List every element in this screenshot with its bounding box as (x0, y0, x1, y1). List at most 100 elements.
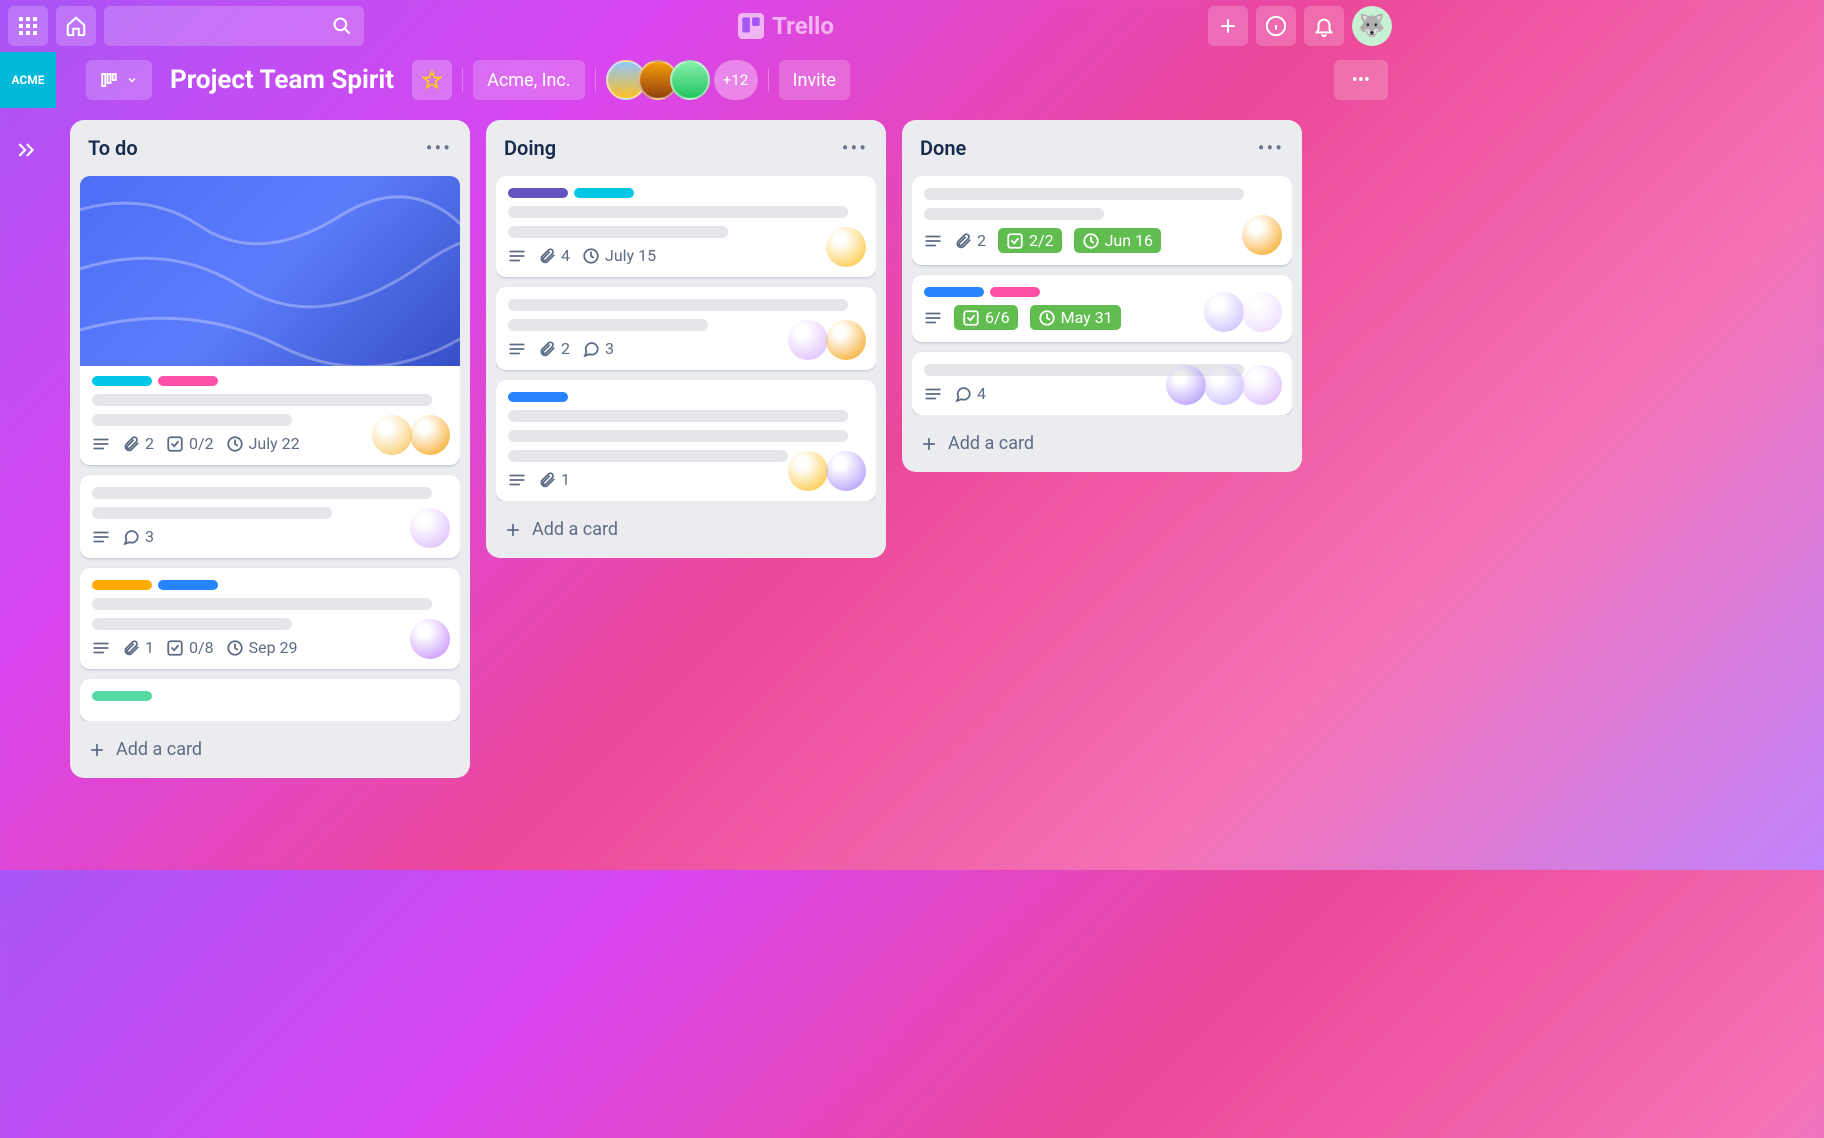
card-text-placeholder (924, 208, 1104, 220)
divider (462, 68, 463, 92)
card[interactable]: 10/8Sep 29 (80, 568, 460, 669)
card-members (1210, 292, 1282, 332)
card-text-placeholder (924, 188, 1244, 200)
expand-sidebar-button[interactable] (16, 140, 36, 160)
description-icon (508, 340, 526, 358)
board-title[interactable]: Project Team Spirit (162, 65, 402, 95)
invite-button[interactable]: Invite (779, 60, 850, 100)
card-label[interactable] (92, 691, 152, 701)
member-avatar[interactable] (826, 320, 866, 360)
card-badges: 22/2Jun 16 (924, 228, 1280, 253)
member-avatar[interactable] (788, 451, 828, 491)
workspace-logo[interactable]: ACME (0, 52, 56, 108)
card-labels (92, 580, 448, 590)
card-members (378, 415, 450, 455)
description-icon (924, 385, 942, 403)
card[interactable]: 6/6May 31 (912, 275, 1292, 342)
description-icon (508, 471, 526, 489)
card[interactable] (80, 679, 460, 721)
card[interactable]: 1 (496, 380, 876, 501)
card-labels (508, 392, 864, 402)
card-label[interactable] (158, 376, 218, 386)
board-members[interactable]: +12 (606, 60, 758, 100)
board-menu-button[interactable]: ••• (1334, 60, 1388, 100)
card[interactable]: 3 (80, 475, 460, 558)
star-button[interactable] (412, 60, 452, 100)
list: Done ••• 22/2Jun 16 6/6May 31 4 Add a card (902, 120, 1302, 472)
member-avatar[interactable] (670, 60, 710, 100)
description-icon (924, 232, 942, 250)
create-button[interactable] (1208, 6, 1248, 46)
member-avatar[interactable] (826, 227, 866, 267)
card-text-placeholder (92, 394, 432, 406)
search-icon (332, 16, 352, 36)
member-avatar[interactable] (410, 415, 450, 455)
list-menu-button[interactable]: ••• (842, 136, 868, 160)
list-title[interactable]: To do (88, 136, 138, 160)
due-date-badge: Jun 16 (1074, 228, 1161, 253)
info-button[interactable] (1256, 6, 1296, 46)
card-label[interactable] (158, 580, 218, 590)
apps-button[interactable] (8, 6, 48, 46)
card-text-placeholder (508, 226, 728, 238)
card-label[interactable] (508, 392, 568, 402)
add-card-button[interactable]: Add a card (496, 511, 876, 548)
list-header: To do ••• (80, 130, 460, 166)
member-avatar[interactable] (1204, 365, 1244, 405)
card-text-placeholder (508, 299, 848, 311)
card-labels (92, 691, 448, 701)
due-date-badge: July 15 (582, 246, 656, 265)
comments-badge: 3 (582, 339, 614, 358)
member-count[interactable]: +12 (714, 60, 758, 100)
list-title[interactable]: Done (920, 136, 966, 160)
notifications-button[interactable] (1304, 6, 1344, 46)
card-label[interactable] (92, 376, 152, 386)
user-avatar[interactable]: 🐺 (1352, 6, 1392, 46)
card-text-placeholder (92, 598, 432, 610)
workspace-button[interactable]: Acme, Inc. (473, 60, 585, 100)
attachments-badge: 2 (122, 434, 154, 453)
card-label[interactable] (574, 188, 634, 198)
card[interactable]: 4July 15 (496, 176, 876, 277)
list-cards: 20/2July 22 3 10/8Sep 29 (80, 176, 460, 721)
list: Doing ••• 4July 15 23 1 Add a card (486, 120, 886, 558)
member-avatar[interactable] (1242, 365, 1282, 405)
due-date-badge: May 31 (1030, 305, 1121, 330)
member-avatar[interactable] (1242, 215, 1282, 255)
card-text-placeholder (92, 414, 292, 426)
member-avatar[interactable] (1166, 365, 1206, 405)
member-avatar[interactable] (1242, 292, 1282, 332)
card-members (832, 227, 866, 267)
card-members (416, 508, 450, 548)
board-bar: ACME Project Team Spirit Acme, Inc. +12 … (0, 52, 1400, 108)
member-avatar[interactable] (372, 415, 412, 455)
description-icon (924, 309, 942, 327)
card-label[interactable] (990, 287, 1040, 297)
list-cards: 4July 15 23 1 (496, 176, 876, 501)
home-button[interactable] (56, 6, 96, 46)
card[interactable]: 20/2July 22 (80, 176, 460, 465)
search-input[interactable] (104, 6, 364, 46)
member-avatar[interactable] (410, 619, 450, 659)
workspace-name: Acme, Inc. (487, 70, 571, 91)
member-avatar[interactable] (410, 508, 450, 548)
board-view-switcher[interactable] (86, 60, 152, 100)
member-avatar[interactable] (1204, 292, 1244, 332)
card[interactable]: 4 (912, 352, 1292, 415)
card[interactable]: 22/2Jun 16 (912, 176, 1292, 265)
member-avatar[interactable] (826, 451, 866, 491)
card-label[interactable] (924, 287, 984, 297)
card-label[interactable] (508, 188, 568, 198)
attachments-badge: 1 (538, 470, 570, 489)
list-title[interactable]: Doing (504, 136, 556, 160)
member-avatar[interactable] (788, 320, 828, 360)
card-text-placeholder (508, 430, 848, 442)
card-label[interactable] (92, 580, 152, 590)
card[interactable]: 23 (496, 287, 876, 370)
card-text-placeholder (508, 319, 708, 331)
list-menu-button[interactable]: ••• (1258, 136, 1284, 160)
list-menu-button[interactable]: ••• (426, 136, 452, 160)
add-card-button[interactable]: Add a card (80, 731, 460, 768)
card-text-placeholder (92, 507, 332, 519)
add-card-button[interactable]: Add a card (912, 425, 1292, 462)
